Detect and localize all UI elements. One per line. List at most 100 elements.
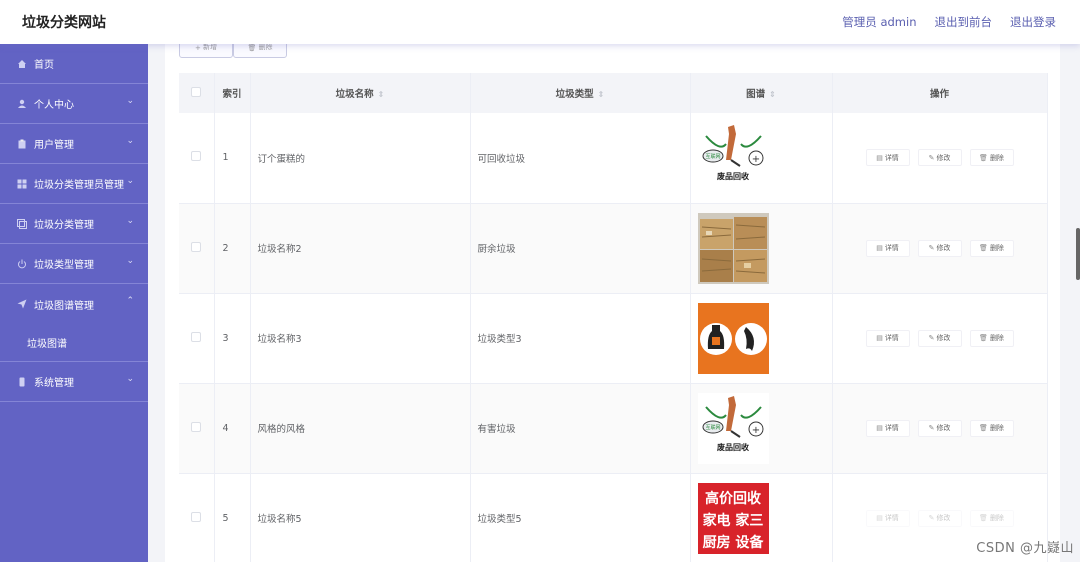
row-type: 厨余垃圾	[470, 203, 691, 294]
logout-link[interactable]: 退出登录	[1010, 14, 1056, 30]
svg-text:+: +	[751, 425, 759, 436]
row-checkbox[interactable]	[191, 241, 202, 252]
plus-icon: +	[194, 44, 201, 52]
trash-icon: 🗑	[979, 424, 988, 432]
sidebar-item-atlas[interactable]: 垃圾图谱管理 ⌃	[0, 284, 148, 324]
row-type: 可回收垃圾	[470, 113, 691, 204]
chevron-up-icon: ⌃	[126, 296, 134, 306]
table-row: 2 垃圾名称2 厨余垃圾 ▤ 详情 ✎ 修改 🗑 删除	[179, 203, 1048, 294]
delete-button[interactable]: 🗑 删除	[969, 149, 1014, 167]
col-name[interactable]: 垃圾名称 ⇕	[250, 73, 471, 113]
edit-button[interactable]: ✎ 修改	[917, 419, 962, 437]
delete-button[interactable]: 🗑 删除	[969, 509, 1014, 527]
sidebar-item-system[interactable]: 系统管理 ⌄	[0, 362, 148, 402]
row-checkbox[interactable]	[191, 421, 202, 432]
trash-icon: 🗑	[979, 153, 988, 162]
user-icon	[16, 98, 28, 110]
red-sign-image[interactable]: 高价回收 家电 家三 厨房 设备	[697, 482, 769, 554]
back-to-front-link[interactable]: 退出到前台	[935, 14, 993, 30]
sidebar-item-users[interactable]: 用户管理 ⌄	[0, 124, 148, 164]
delete-button[interactable]: 🗑 删除	[969, 329, 1014, 347]
row-type: 垃圾类型5	[470, 473, 691, 562]
row-name: 风格的风格	[250, 383, 471, 474]
watermark-text: CSDN @九嶷山	[976, 541, 1074, 556]
document-icon: ▤	[876, 153, 883, 162]
top-header: 垃圾分类网站 管理员 admin 退出到前台 退出登录	[0, 0, 1080, 44]
svg-text:废品回收: 废品回收	[717, 442, 749, 452]
home-icon	[16, 58, 28, 70]
edit-button[interactable]: ✎ 修改	[917, 509, 962, 527]
trash-icon: 🗑	[979, 334, 988, 342]
detail-button[interactable]: ▤ 详情	[865, 419, 910, 437]
edit-button[interactable]: ✎ 修改	[917, 149, 962, 167]
grid-icon	[16, 178, 28, 190]
power-icon	[16, 258, 28, 270]
admin-user-link[interactable]: 管理员 admin	[842, 14, 916, 30]
detail-button[interactable]: ▤ 详情	[865, 329, 910, 347]
main-content: + 新增 🗑 删除 索引 垃圾名称 ⇕ 垃圾类型 ⇕ 图谱 ⇕ 操作 1 订个蛋糕的 …	[165, 38, 1060, 562]
pencil-icon: ✎	[928, 153, 935, 162]
recycle-logo-image[interactable]: 互联网 + 废品回收	[697, 122, 769, 194]
orange-bottles-image[interactable]	[697, 302, 769, 374]
chevron-down-icon: ⌄	[126, 256, 134, 266]
cardboard-bales-image[interactable]	[697, 212, 769, 284]
svg-text:废品回收: 废品回收	[717, 171, 749, 181]
col-actions: 操作	[832, 73, 1048, 113]
detail-button[interactable]: ▤ 详情	[865, 149, 910, 167]
pencil-icon: ✎	[928, 514, 935, 522]
delete-button[interactable]: 🗑 删除	[969, 419, 1014, 437]
recycle-logo-image[interactable]: 互联网 + 废品回收	[697, 392, 769, 464]
sidebar-item-classification[interactable]: 垃圾分类管理 ⌄	[0, 204, 148, 244]
pencil-icon: ✎	[928, 424, 935, 432]
svg-text:+: +	[751, 154, 759, 165]
row-checkbox[interactable]	[191, 331, 202, 342]
sidebar-item-types[interactable]: 垃圾类型管理 ⌄	[0, 244, 148, 284]
document-icon: ▤	[876, 514, 883, 522]
row-checkbox[interactable]	[191, 151, 202, 162]
svg-text:家电 家三: 家电 家三	[702, 512, 763, 529]
col-type[interactable]: 垃圾类型 ⇕	[470, 73, 691, 113]
delete-button[interactable]: 🗑 删除	[969, 239, 1014, 257]
chevron-down-icon: ⌄	[126, 136, 134, 146]
sort-icon[interactable]: ⇕	[598, 90, 605, 99]
col-image[interactable]: 图谱 ⇕	[690, 73, 833, 113]
clipboard-icon	[16, 138, 28, 150]
chevron-down-icon: ⌄	[126, 216, 134, 226]
row-index: 4	[214, 383, 251, 474]
document-icon: ▤	[876, 424, 883, 432]
detail-button[interactable]: ▤ 详情	[865, 239, 910, 257]
document-icon: ▤	[876, 244, 883, 252]
sidebar-item-label: 垃圾类型管理	[34, 260, 94, 271]
sidebar-item-label: 系统管理	[34, 378, 74, 389]
phone-icon	[16, 376, 28, 388]
row-checkbox[interactable]	[191, 511, 202, 522]
table-row: 1 订个蛋糕的 可回收垃圾 互联网 + 废品回收 ▤ 详情 ✎ 修改 🗑 删除	[179, 113, 1048, 204]
svg-text:互联网: 互联网	[705, 424, 720, 431]
send-icon	[16, 298, 28, 310]
sidebar-item-home[interactable]: 首页	[0, 44, 148, 84]
sidebar-item-admin[interactable]: 垃圾分类管理员管理 ⌄	[0, 164, 148, 204]
sidebar-item-label: 个人中心	[34, 100, 74, 111]
row-name: 垃圾名称2	[250, 203, 471, 294]
sort-icon[interactable]: ⇕	[378, 90, 385, 99]
row-name: 垃圾名称5	[250, 473, 471, 562]
svg-text:高价回收: 高价回收	[705, 490, 762, 507]
sidebar-item-label: 垃圾图谱管理	[34, 300, 94, 312]
edit-button[interactable]: ✎ 修改	[917, 329, 962, 347]
sort-icon[interactable]: ⇕	[769, 90, 776, 99]
row-name: 订个蛋糕的	[250, 113, 471, 204]
edit-button[interactable]: ✎ 修改	[917, 239, 962, 257]
detail-button[interactable]: ▤ 详情	[865, 509, 910, 527]
site-title: 垃圾分类网站	[22, 15, 106, 31]
row-index: 1	[214, 113, 251, 204]
submenu-item-atlas[interactable]: 垃圾图谱	[0, 324, 148, 362]
row-name: 垃圾名称3	[250, 293, 471, 384]
select-all-checkbox[interactable]	[191, 86, 202, 97]
pencil-icon: ✎	[928, 334, 935, 342]
select-all-cell[interactable]	[179, 73, 215, 113]
sidebar: 首页 个人中心 ⌄ 用户管理 ⌄ 垃圾分类管理员管理 ⌄ 垃圾分类管理 ⌄ 垃圾…	[0, 44, 148, 562]
copy-icon	[16, 218, 28, 230]
scrollbar-thumb[interactable]	[1076, 228, 1080, 280]
row-type: 垃圾类型3	[470, 293, 691, 384]
sidebar-item-profile[interactable]: 个人中心 ⌄	[0, 84, 148, 124]
